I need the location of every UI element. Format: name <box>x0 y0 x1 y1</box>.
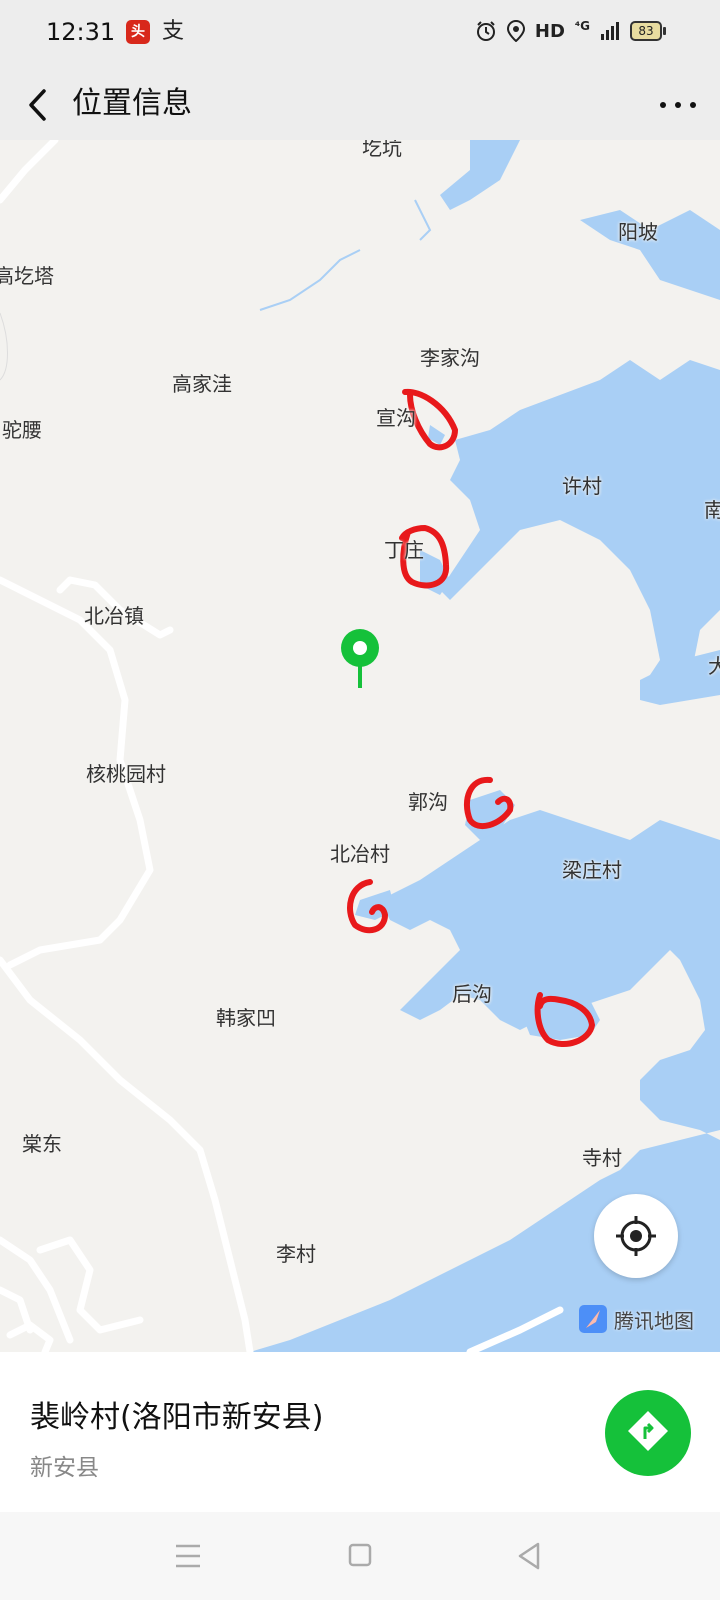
status-right-icons: HD ⁴G 83 <box>475 19 666 42</box>
road-borders <box>0 312 8 381</box>
roads <box>0 140 564 1352</box>
crosshair-icon <box>616 1216 656 1256</box>
system-nav-bar <box>0 1512 720 1600</box>
map-view[interactable]: 圪坑 阳坡 高圪塔 李家沟 高家洼 驼腰 宣沟 许村 南 丁庄 北冶镇 核桃园村… <box>0 140 720 1352</box>
notification-icons: 头 支 <box>126 20 184 44</box>
alipay-app-icon: 支 <box>162 19 185 44</box>
map-label: 核桃园村 <box>86 762 166 786</box>
signal-icon <box>601 22 619 40</box>
location-title: 裴岭村(洛阳市新安县) <box>30 1400 324 1435</box>
status-time: 12:31 <box>46 18 116 46</box>
map-label: 梁庄村 <box>562 858 622 882</box>
alarm-icon <box>476 21 495 41</box>
location-icon <box>506 20 525 42</box>
map-label: 李村 <box>276 1242 316 1266</box>
map-label: 南 <box>704 498 720 522</box>
map-label: 高圪塔 <box>0 264 54 288</box>
toutiao-app-icon: 头 <box>126 20 150 44</box>
map-label: 圪坑 <box>362 140 402 160</box>
location-subtitle: 新安县 <box>30 1455 99 1481</box>
map-label: 北冶村 <box>330 842 390 866</box>
tencent-map-logo-icon <box>579 1305 607 1333</box>
map-label: 宣沟 <box>376 406 416 430</box>
back-icon <box>518 1542 540 1570</box>
map-label: 后沟 <box>452 982 492 1006</box>
rivers <box>259 199 432 311</box>
map-label: 韩家凹 <box>216 1006 276 1030</box>
map-label: 北冶镇 <box>84 604 144 628</box>
map-watermark: 腾讯地图 <box>578 1304 694 1334</box>
map-label: 寺村 <box>582 1146 622 1170</box>
map-label: 丁庄 <box>384 538 424 562</box>
locate-me-button[interactable] <box>594 1194 678 1278</box>
system-back-button[interactable] <box>508 1534 552 1578</box>
map-label: 驼腰 <box>2 418 42 442</box>
menu-icon <box>176 1544 200 1568</box>
navigation-route-icon <box>628 1411 668 1451</box>
map-label: 李家沟 <box>420 346 480 370</box>
chevron-left-icon <box>29 89 46 121</box>
more-dot <box>690 102 696 108</box>
map-label: 棠东 <box>22 1132 62 1156</box>
home-icon <box>348 1543 372 1567</box>
location-pin-icon <box>341 629 379 688</box>
page-title: 位置信息 <box>72 86 192 121</box>
status-bar: 12:31 头 支 HD ⁴G 83 <box>0 0 720 70</box>
battery-indicator: 83 <box>630 21 666 41</box>
watermark-text: 腾讯地图 <box>614 1308 694 1333</box>
map-label: 高家洼 <box>172 372 232 396</box>
network-indicator: ⁴G <box>574 19 590 33</box>
back-button[interactable] <box>18 82 58 128</box>
map-label: 许村 <box>562 474 602 498</box>
navigate-button[interactable] <box>605 1390 691 1476</box>
menu-button[interactable] <box>166 1534 210 1578</box>
map-label: 阳坡 <box>618 220 658 244</box>
home-button[interactable] <box>338 1534 382 1578</box>
map-label: 大 <box>708 654 720 678</box>
more-dot <box>675 102 681 108</box>
more-button[interactable] <box>658 88 698 122</box>
reservoir-water <box>250 140 720 1352</box>
more-dot <box>660 102 666 108</box>
hd-indicator: HD <box>534 20 565 42</box>
map-label: 郭沟 <box>408 790 448 814</box>
